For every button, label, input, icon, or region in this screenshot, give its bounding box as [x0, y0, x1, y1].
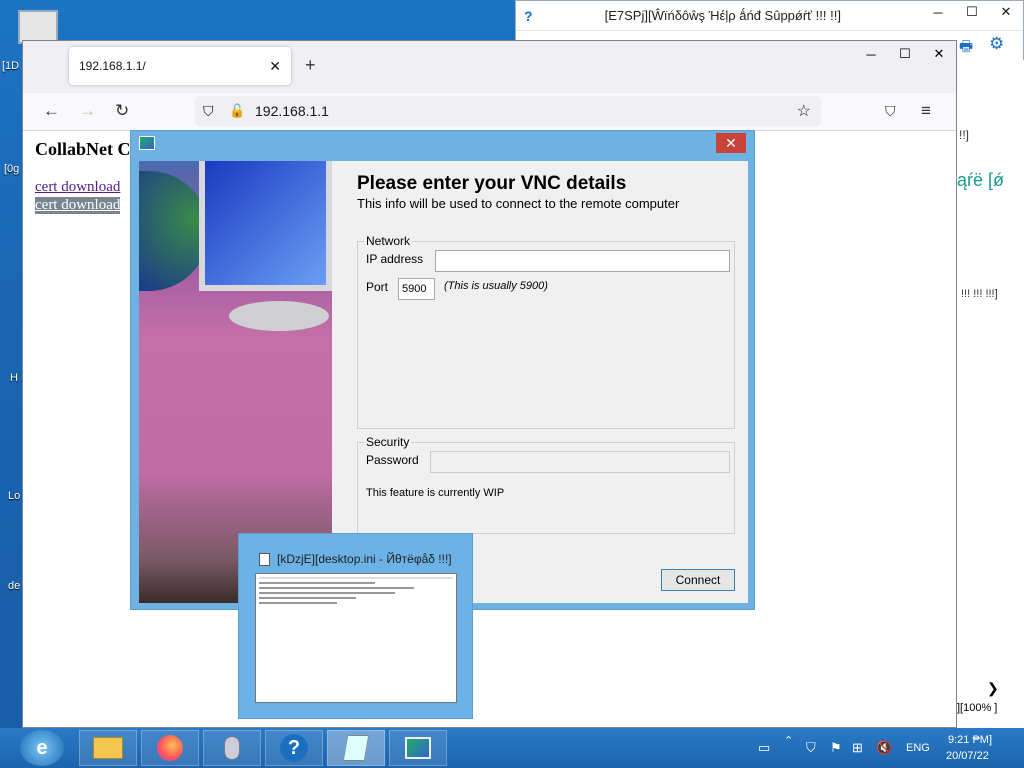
help-taskbar-button[interactable]: ? — [265, 730, 323, 766]
chevron-right-icon[interactable]: ❯ — [987, 680, 999, 697]
password-label: Password — [366, 453, 419, 467]
menu-icon[interactable]: ≡ — [921, 101, 931, 121]
pocket-icon[interactable]: ⛉ — [885, 103, 896, 120]
zoom-level[interactable]: ][100% ] — [957, 702, 997, 714]
reload-button[interactable]: ↻ — [115, 101, 129, 121]
security-group: Security Password This feature is curren… — [357, 435, 735, 534]
help-icon: ? — [280, 734, 308, 762]
print-icon[interactable]: 🖶 — [959, 36, 973, 61]
help-fragment: !!! !!! !!!] — [961, 288, 998, 300]
forward-button[interactable]: → — [79, 101, 96, 121]
notepad-taskbar-button[interactable] — [327, 730, 385, 766]
preview-title: [kDzjE][desktop.ini - Йθтёφåδ !!!] — [277, 552, 452, 566]
clock-date[interactable]: 20/07/22 — [946, 750, 989, 762]
minimize-button[interactable]: ─ — [921, 1, 955, 23]
desktop-icon-label: Lo — [8, 490, 21, 502]
mouse-taskbar-button[interactable] — [203, 730, 261, 766]
close-tab-icon[interactable]: ✕ — [269, 58, 281, 75]
port-input[interactable]: 5900 — [398, 278, 435, 300]
language-indicator[interactable]: ENG — [906, 742, 930, 754]
back-button[interactable]: ← — [43, 101, 60, 121]
vnc-taskbar-button[interactable] — [389, 730, 447, 766]
url-text: 192.168.1.1 — [255, 103, 329, 119]
cert-download-link[interactable]: cert download — [35, 197, 121, 214]
password-input — [430, 451, 730, 473]
help-icon: ? — [524, 7, 533, 24]
network-tray-icon[interactable]: ⊞ — [852, 740, 863, 756]
firefox-taskbar-button[interactable] — [141, 730, 199, 766]
firefox-icon — [157, 735, 183, 761]
maximize-button[interactable]: ☐ — [888, 41, 922, 67]
close-button[interactable]: ✕ — [989, 1, 1023, 23]
page-title: CollabNet C — [35, 139, 131, 159]
new-tab-button[interactable]: + — [305, 55, 316, 76]
desktop-icon-label: H — [10, 372, 18, 384]
close-button[interactable]: ✕ — [922, 41, 956, 67]
bookmark-star-icon[interactable]: ☆ — [797, 101, 811, 121]
shield-tray-icon[interactable]: ⛉ — [806, 740, 816, 756]
port-hint: (This is usually 5900) — [444, 280, 548, 292]
close-button[interactable]: ✕ — [716, 133, 746, 153]
connect-button[interactable]: Connect — [661, 569, 735, 591]
notepad-icon — [259, 553, 270, 566]
flag-tray-icon[interactable]: ⚑ — [830, 740, 842, 756]
browser-tab[interactable]: 192.168.1.1/ ✕ — [69, 47, 291, 85]
minimize-button[interactable]: ─ — [854, 41, 888, 67]
desktop-icon-label: [1D — [2, 60, 20, 72]
clock-time[interactable]: 9:21 ₱M] — [948, 734, 992, 746]
notepad-icon — [342, 735, 370, 761]
desktop-icon-label: [0g — [4, 163, 20, 175]
ip-label: IP address — [366, 252, 424, 266]
url-bar[interactable]: ⛉ 🔓 192.168.1.1 ☆ — [195, 96, 821, 126]
volume-muted-icon[interactable]: 🔇 — [876, 740, 892, 756]
group-label: Network — [364, 234, 413, 248]
wip-note: This feature is currently WIP — [366, 487, 505, 499]
gear-icon[interactable]: ⚙ — [989, 34, 1004, 54]
ip-address-input[interactable] — [435, 250, 730, 272]
vnc-icon — [405, 737, 431, 759]
folder-icon — [93, 737, 123, 759]
desktop-icon-computer[interactable] — [18, 10, 58, 44]
taskbar-thumbnail-preview[interactable]: [kDzjE][desktop.ini - Йθтёφåδ !!!] — [238, 533, 473, 719]
dialog-subheading: This info will be used to connect to the… — [357, 196, 680, 211]
expand-tray-icon[interactable]: ⌃ — [784, 734, 793, 747]
help-fragment: !!] — [959, 128, 970, 142]
file-explorer-taskbar-button[interactable] — [79, 730, 137, 766]
start-button[interactable]: e — [20, 730, 64, 766]
mouse-icon — [224, 736, 240, 760]
port-label: Port — [366, 280, 389, 294]
vnc-app-icon — [139, 136, 155, 150]
dialog-heading: Please enter your VNC details — [357, 173, 627, 194]
monitor-icon — [199, 161, 332, 291]
preview-thumbnail — [255, 573, 457, 703]
cert-download-link[interactable]: cert download — [35, 179, 120, 196]
lock-warning-icon[interactable]: 🔓 — [229, 103, 245, 119]
desktop-icon-label: de — [8, 580, 21, 592]
tab-title: 192.168.1.1/ — [79, 59, 146, 73]
maximize-button[interactable]: ☐ — [955, 1, 989, 23]
shield-icon[interactable]: ⛉ — [203, 103, 214, 120]
help-fragment: ąŕë [ǿ — [957, 170, 1005, 190]
taskbar: e ? ▭ ⌃ ⛉ ⚑ ⊞ 🔇 ENG 9:21 ₱M] 20/07/22 — [0, 728, 1024, 768]
help-content-strip: 🖶 ⚙ !!] ąŕë [ǿ !!! !!! !!!] ❯ ][100% ] — [957, 34, 1024, 728]
monitor-stand — [229, 301, 329, 331]
monitor-tray-icon[interactable]: ▭ — [758, 740, 770, 756]
group-label: Security — [364, 435, 412, 449]
network-group: Network IP address Port 5900 (This is us… — [357, 234, 735, 429]
